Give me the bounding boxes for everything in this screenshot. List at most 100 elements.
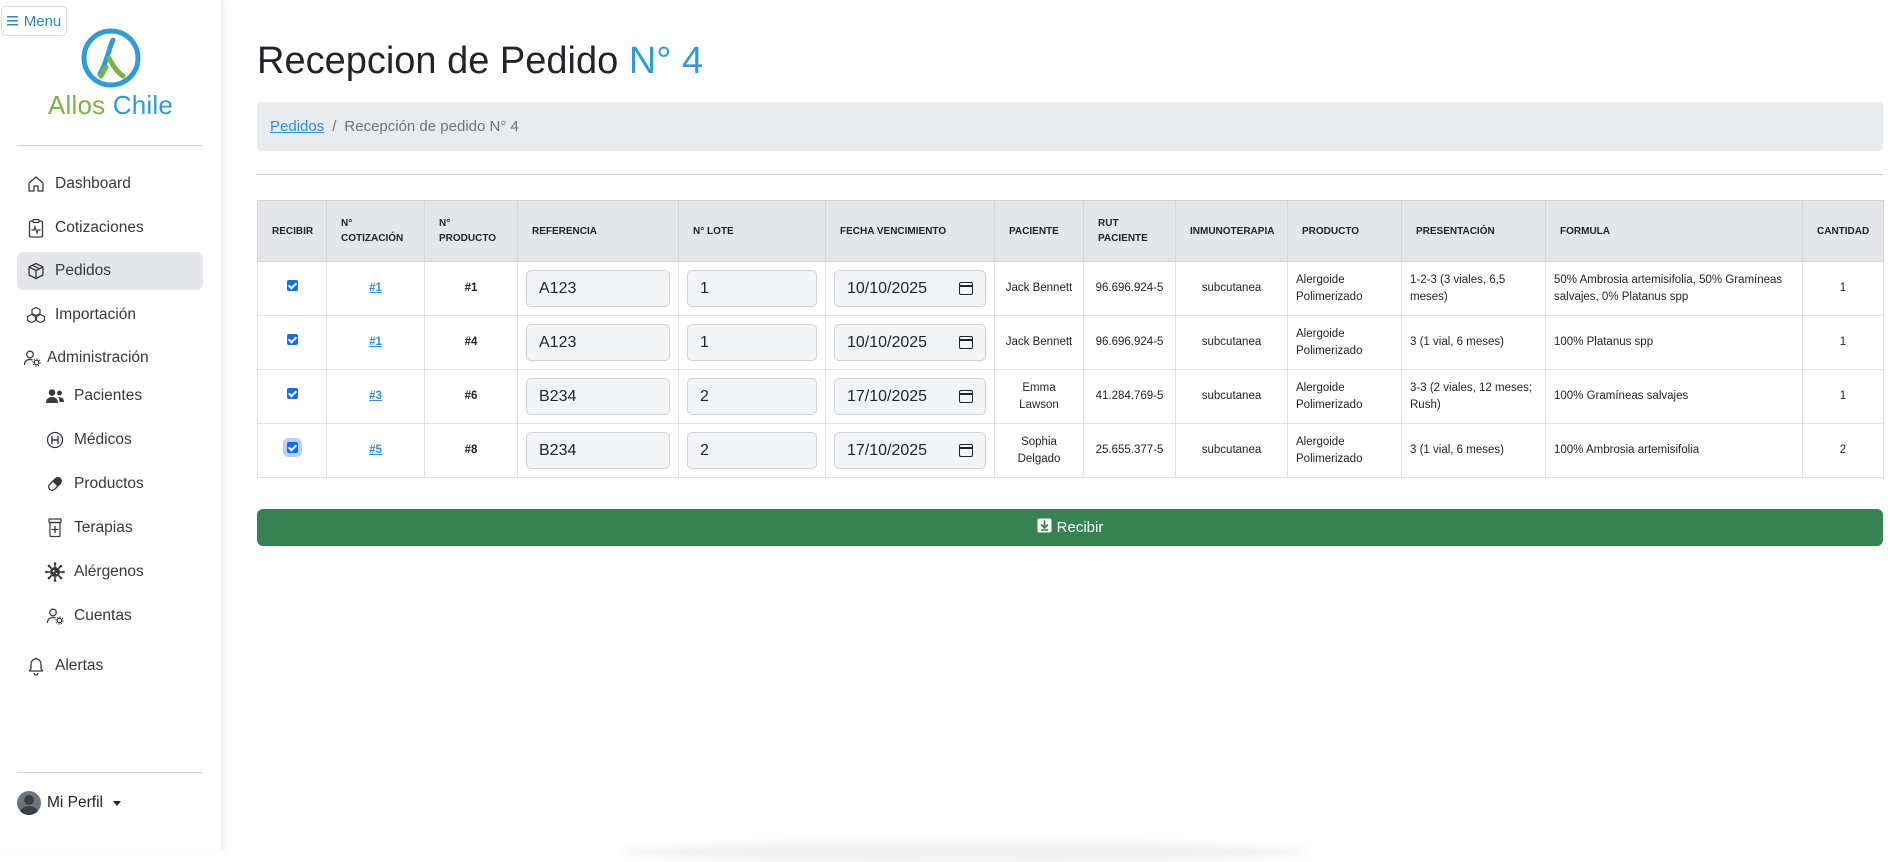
fecha-vencimiento-input[interactable]: 17/10/2025 xyxy=(834,432,986,469)
paciente-cell: Jack Bennett xyxy=(994,315,1084,370)
column-header-formula: FORMULA xyxy=(1545,200,1803,262)
calendar-icon[interactable] xyxy=(959,444,973,457)
sidebar-item-dashboard[interactable]: Dashboard xyxy=(17,165,203,203)
receive-button-label: Recibir xyxy=(1056,519,1104,536)
allos-logo-icon xyxy=(81,28,140,88)
recibir-checkbox[interactable] xyxy=(286,442,298,453)
sidebar-item-label: Dashboard xyxy=(55,175,131,192)
lote-input[interactable]: 1 xyxy=(687,324,817,361)
sidebar-item-productos[interactable]: Productos xyxy=(40,465,203,503)
referencia-cell: A123 xyxy=(517,261,679,316)
sidebar-item-cotizaciones[interactable]: Cotizaciones xyxy=(17,209,203,247)
fecha-cell: 10/10/2025 xyxy=(825,315,995,370)
table-row: #3 #6 B234 2 17/10/2025 Emma Lawson 41.2… xyxy=(257,369,1884,424)
recibir-checkbox[interactable] xyxy=(286,334,298,345)
referencia-cell: B234 xyxy=(517,423,679,478)
cantidad-cell: 1 xyxy=(1802,315,1884,370)
sidebar-item-alertas[interactable]: Alertas xyxy=(17,647,203,685)
sidebar-item-pacientes[interactable]: Pacientes xyxy=(40,377,203,415)
prescription-icon xyxy=(44,517,66,539)
breadcrumb-current: Recepción de pedido N° 4 xyxy=(344,118,519,135)
cotizacion-link[interactable]: #1 xyxy=(369,282,382,294)
home-icon xyxy=(25,173,47,195)
inmunoterapia-cell: subcutanea xyxy=(1175,423,1288,478)
sidebar-item-alergenos[interactable]: Alérgenos xyxy=(40,553,203,591)
lote-cell: 1 xyxy=(678,261,826,316)
column-header-cantidad: CANTIDAD xyxy=(1802,200,1884,262)
rut-cell: 25.655.377-5 xyxy=(1083,423,1176,478)
sidebar-item-administracion[interactable]: Administración xyxy=(17,339,203,377)
calendar-icon[interactable] xyxy=(959,390,973,403)
formula-cell: 100% Platanus spp xyxy=(1545,315,1803,370)
table-header-row: RECIBIR N° COTIZACIÓN N° PRODUCTO REFERE… xyxy=(257,200,1884,262)
fecha-vencimiento-input[interactable]: 17/10/2025 xyxy=(834,378,986,415)
producto-num-cell: #4 xyxy=(424,315,518,370)
lote-input[interactable]: 2 xyxy=(687,378,817,415)
cotizacion-cell: #1 xyxy=(326,261,425,316)
fecha-cell: 17/10/2025 xyxy=(825,423,995,478)
sidebar-item-pedidos[interactable]: Pedidos xyxy=(17,252,203,290)
recibir-checkbox[interactable] xyxy=(286,280,298,291)
capsule-icon xyxy=(44,473,66,495)
people-icon xyxy=(44,385,66,407)
brand-logo[interactable]: Allos Chile xyxy=(0,26,221,121)
sidebar-item-label: Pacientes xyxy=(74,387,143,404)
referencia-input[interactable]: B234 xyxy=(526,432,670,469)
receive-button[interactable]: Recibir xyxy=(257,509,1883,546)
lote-input[interactable]: 2 xyxy=(687,432,817,469)
presentacion-cell: 3 (1 vial, 6 meses) xyxy=(1401,315,1546,370)
sidebar-item-label: Cotizaciones xyxy=(55,219,144,236)
paciente-cell: Emma Lawson xyxy=(994,369,1084,424)
inmunoterapia-cell: subcutanea xyxy=(1175,369,1288,424)
avatar xyxy=(17,791,41,815)
fecha-vencimiento-input[interactable]: 10/10/2025 xyxy=(834,270,986,307)
calendar-icon[interactable] xyxy=(959,282,973,295)
referencia-input[interactable]: B234 xyxy=(526,378,670,415)
sidebar-item-label: Terapias xyxy=(74,519,133,536)
sidebar-item-terapias[interactable]: Terapias xyxy=(40,509,203,547)
cotizacion-link[interactable]: #5 xyxy=(369,444,382,456)
sidebar-item-label: Productos xyxy=(74,475,144,492)
box-arrow-down-icon xyxy=(1037,518,1052,537)
referencia-input[interactable]: A123 xyxy=(526,324,670,361)
cotizacion-cell: #3 xyxy=(326,369,425,424)
presentacion-cell: 1-2-3 (3 viales, 6,5 meses) xyxy=(1401,261,1546,316)
profile-dropdown[interactable]: Mi Perfil xyxy=(17,791,121,815)
sidebar-item-label: Importación xyxy=(55,306,136,323)
cotizacion-link[interactable]: #1 xyxy=(369,336,382,348)
person-gear-icon xyxy=(44,605,66,627)
recibir-checkbox[interactable] xyxy=(286,388,298,399)
sidebar-item-label: Cuentas xyxy=(74,607,132,624)
breadcrumb-link-pedidos[interactable]: Pedidos xyxy=(270,118,324,135)
referencia-input[interactable]: A123 xyxy=(526,270,670,307)
paciente-cell: Jack Bennett xyxy=(994,261,1084,316)
sidebar-item-label: Pedidos xyxy=(55,262,112,279)
referencia-cell: B234 xyxy=(517,369,679,424)
cantidad-cell: 2 xyxy=(1802,423,1884,478)
cotizacion-link[interactable]: #3 xyxy=(369,390,382,402)
rut-cell: 96.696.924-5 xyxy=(1083,315,1176,370)
clipboard-pulse-icon xyxy=(25,217,47,239)
column-header-recibir: RECIBIR xyxy=(257,200,327,262)
caret-down-icon xyxy=(112,800,121,806)
column-header-producto-num: N° PRODUCTO xyxy=(424,200,518,262)
cotizacion-cell: #5 xyxy=(326,423,425,478)
table-row: #5 #8 B234 2 17/10/2025 Sophia Delgado 2… xyxy=(257,423,1884,478)
sidebar-item-medicos[interactable]: Médicos xyxy=(40,421,203,459)
cantidad-cell: 1 xyxy=(1802,261,1884,316)
hospital-icon xyxy=(44,429,66,451)
lote-input[interactable]: 1 xyxy=(687,270,817,307)
profile-label: Mi Perfil xyxy=(47,794,103,811)
breadcrumb-separator: / xyxy=(332,118,337,135)
column-header-fecha: FECHA VENCIMIENTO xyxy=(825,200,995,262)
fecha-vencimiento-input[interactable]: 10/10/2025 xyxy=(834,324,986,361)
column-header-paciente: PACIENTE xyxy=(994,200,1084,262)
boxes-icon xyxy=(25,304,47,326)
sidebar-item-importacion[interactable]: Importación xyxy=(17,296,203,334)
recibir-cell xyxy=(257,423,327,478)
producto-cell: Alergoide Polimerizado xyxy=(1287,369,1402,424)
sidebar-item-cuentas[interactable]: Cuentas xyxy=(40,597,203,635)
calendar-icon[interactable] xyxy=(959,336,973,349)
cantidad-cell: 1 xyxy=(1802,369,1884,424)
fecha-cell: 10/10/2025 xyxy=(825,261,995,316)
